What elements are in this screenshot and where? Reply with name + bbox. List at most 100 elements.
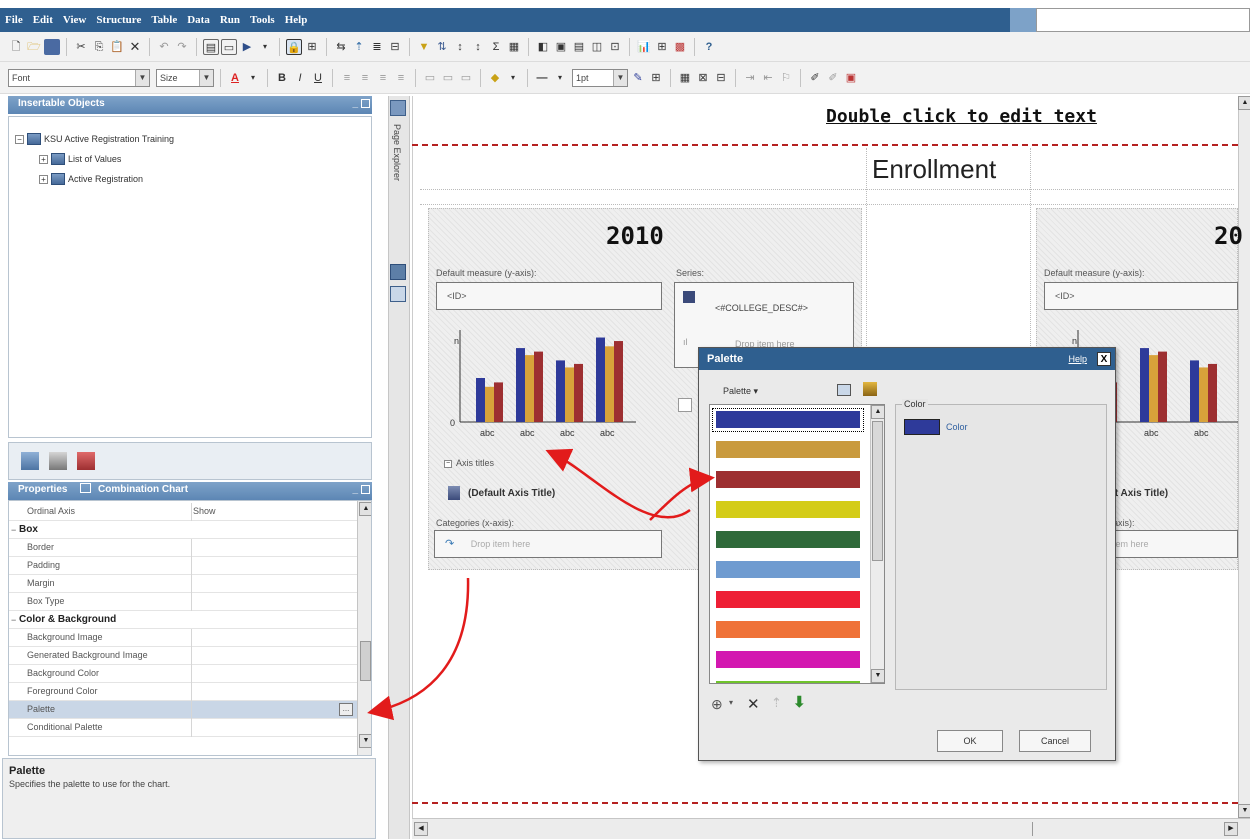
table-icon[interactable]: ▭ bbox=[458, 70, 474, 86]
property-row[interactable]: Margin bbox=[9, 575, 357, 593]
justify-icon[interactable]: ≡ bbox=[393, 70, 409, 86]
menu-search-box[interactable] bbox=[1036, 8, 1250, 32]
apply-style-icon[interactable]: ✐ bbox=[825, 70, 841, 86]
line-width-combo[interactable]: 1pt ▼ bbox=[572, 68, 628, 87]
add-color-icon[interactable]: ⊕ bbox=[711, 696, 723, 713]
undo-icon[interactable]: ↶ bbox=[156, 39, 172, 55]
crosstab-icon[interactable]: ⊞ bbox=[654, 39, 670, 55]
move-down-icon[interactable]: ⬇ bbox=[793, 693, 806, 711]
close-icon[interactable]: X bbox=[1097, 352, 1111, 366]
query-explorer-icon[interactable] bbox=[390, 264, 406, 280]
page-explorer-icon[interactable] bbox=[390, 100, 406, 116]
menu-tools[interactable]: Tools bbox=[245, 8, 280, 32]
canvas-vscrollbar[interactable]: ▲ ▼ bbox=[1238, 96, 1250, 818]
run-icon[interactable]: ▶ bbox=[239, 39, 255, 55]
menu-bar-tab[interactable] bbox=[1010, 8, 1036, 32]
color-swatch[interactable] bbox=[904, 419, 940, 435]
minimize-icon[interactable]: _ bbox=[352, 482, 358, 498]
palette-swatch[interactable] bbox=[716, 651, 860, 668]
scroll-down-icon[interactable]: ▼ bbox=[359, 734, 371, 748]
enrollment-title[interactable]: Enrollment bbox=[872, 154, 996, 185]
property-row[interactable]: Ordinal Axis Show bbox=[9, 503, 357, 521]
chart-type-icon[interactable] bbox=[678, 398, 692, 412]
tree-node-list-of-values[interactable]: + List of Values bbox=[39, 153, 121, 165]
palette-swatch[interactable] bbox=[716, 561, 860, 578]
scroll-up-icon[interactable]: ▲ bbox=[871, 405, 884, 419]
property-row[interactable]: Foreground Color bbox=[9, 683, 357, 701]
palette-swatch[interactable] bbox=[716, 441, 860, 458]
scroll-up-icon[interactable]: ▲ bbox=[1238, 96, 1250, 110]
scroll-down-icon[interactable]: ▼ bbox=[871, 669, 884, 683]
property-row[interactable]: − Box bbox=[9, 521, 357, 539]
italic-icon[interactable]: I bbox=[292, 70, 308, 86]
restore-icon[interactable] bbox=[361, 485, 370, 494]
property-row[interactable]: Palette... bbox=[9, 701, 357, 719]
table-icon[interactable]: ▭ bbox=[422, 70, 438, 86]
series-value[interactable]: <#COLLEGE_DESC#> bbox=[715, 303, 808, 313]
cut-icon[interactable]: ✂ bbox=[73, 39, 89, 55]
chevron-down-icon[interactable]: ▾ bbox=[245, 70, 261, 86]
split-icon[interactable]: ⊟ bbox=[713, 70, 729, 86]
property-row[interactable]: Background Color bbox=[9, 665, 357, 683]
sort-icon[interactable]: ⇅ bbox=[434, 39, 450, 55]
cancel-button[interactable]: Cancel bbox=[1019, 730, 1091, 752]
chart-year-title-2[interactable]: 20 bbox=[1214, 222, 1243, 250]
conditional-icon[interactable]: ⚐ bbox=[778, 70, 794, 86]
data-items-tab-icon[interactable] bbox=[49, 452, 67, 470]
tree-node-active-registration[interactable]: + Active Registration bbox=[39, 173, 143, 185]
underline-icon[interactable]: U bbox=[310, 70, 326, 86]
font-combo[interactable]: Font ▼ bbox=[8, 68, 150, 87]
delete-color-icon[interactable]: ✕ bbox=[747, 695, 760, 713]
indent-icon[interactable]: ⇥ bbox=[742, 70, 758, 86]
query-icon[interactable]: ⊞ bbox=[304, 39, 320, 55]
menu-structure[interactable]: Structure bbox=[91, 8, 146, 32]
menu-view[interactable]: View bbox=[58, 8, 91, 32]
palette-swatch[interactable] bbox=[716, 471, 860, 488]
paste-palette-icon[interactable] bbox=[863, 382, 877, 396]
save-icon[interactable] bbox=[44, 38, 60, 55]
border-icon[interactable]: ⊞ bbox=[648, 70, 664, 86]
chart-year-title[interactable]: 2010 bbox=[606, 222, 664, 250]
scroll-right-icon[interactable]: ▶ bbox=[1224, 822, 1238, 836]
map-icon[interactable]: ▩ bbox=[672, 39, 688, 55]
property-row[interactable]: Padding bbox=[9, 557, 357, 575]
palette-swatch[interactable] bbox=[716, 591, 860, 608]
copy-palette-icon[interactable] bbox=[837, 384, 851, 396]
menu-data[interactable]: Data bbox=[182, 8, 215, 32]
calc-icon[interactable]: ▦ bbox=[506, 39, 522, 55]
swap-icon[interactable]: ⇆ bbox=[333, 39, 349, 55]
chevron-down-icon[interactable]: ▾ bbox=[552, 70, 568, 86]
redo-icon[interactable]: ↷ bbox=[174, 39, 190, 55]
align-left-icon[interactable]: ≡ bbox=[339, 70, 355, 86]
copy-icon[interactable]: ⎘ bbox=[91, 39, 107, 55]
scroll-up-icon[interactable]: ▲ bbox=[359, 502, 371, 516]
sort-za-icon[interactable]: ↕ bbox=[470, 39, 486, 55]
list-icon[interactable]: ≣ bbox=[369, 39, 385, 55]
table-icon[interactable]: ▭ bbox=[440, 70, 456, 86]
scroll-thumb[interactable] bbox=[360, 641, 371, 681]
property-row[interactable]: Border bbox=[9, 539, 357, 557]
ok-button[interactable]: OK bbox=[937, 730, 1003, 752]
line-style-icon[interactable]: — bbox=[534, 70, 550, 86]
window-icon[interactable]: ◫ bbox=[589, 39, 605, 55]
property-value[interactable]: Show bbox=[193, 506, 216, 516]
ellipsis-button[interactable]: ... bbox=[339, 703, 353, 716]
merge-icon[interactable]: ⊠ bbox=[695, 70, 711, 86]
pick-up-style-icon[interactable]: ✐ bbox=[807, 70, 823, 86]
font-color-icon[interactable]: A bbox=[227, 70, 243, 86]
categories-dropzone-2[interactable]: item here bbox=[1100, 530, 1238, 558]
chevron-down-icon[interactable]: ▾ bbox=[729, 698, 733, 707]
minimize-icon[interactable]: _ bbox=[352, 96, 358, 112]
default-axis-title-2[interactable]: lt Axis Title) bbox=[1112, 488, 1168, 499]
tab-icon[interactable]: ▭ bbox=[221, 38, 237, 55]
tree-node-package[interactable]: − KSU Active Registration Training bbox=[15, 133, 174, 145]
color-link[interactable]: Color bbox=[946, 422, 968, 432]
collapse-icon[interactable]: − bbox=[11, 615, 16, 625]
section-icon[interactable]: ◧ bbox=[535, 39, 551, 55]
restore-icon[interactable] bbox=[361, 99, 370, 108]
open-icon[interactable]: 🗁 bbox=[26, 39, 42, 55]
categories-dropzone[interactable]: ↷ Drop item here bbox=[434, 530, 662, 558]
align-center-icon[interactable]: ≡ bbox=[357, 70, 373, 86]
properties-icon[interactable]: ⊡ bbox=[607, 39, 623, 55]
axis-titles-toggle-label[interactable]: Axis titles bbox=[456, 458, 494, 468]
